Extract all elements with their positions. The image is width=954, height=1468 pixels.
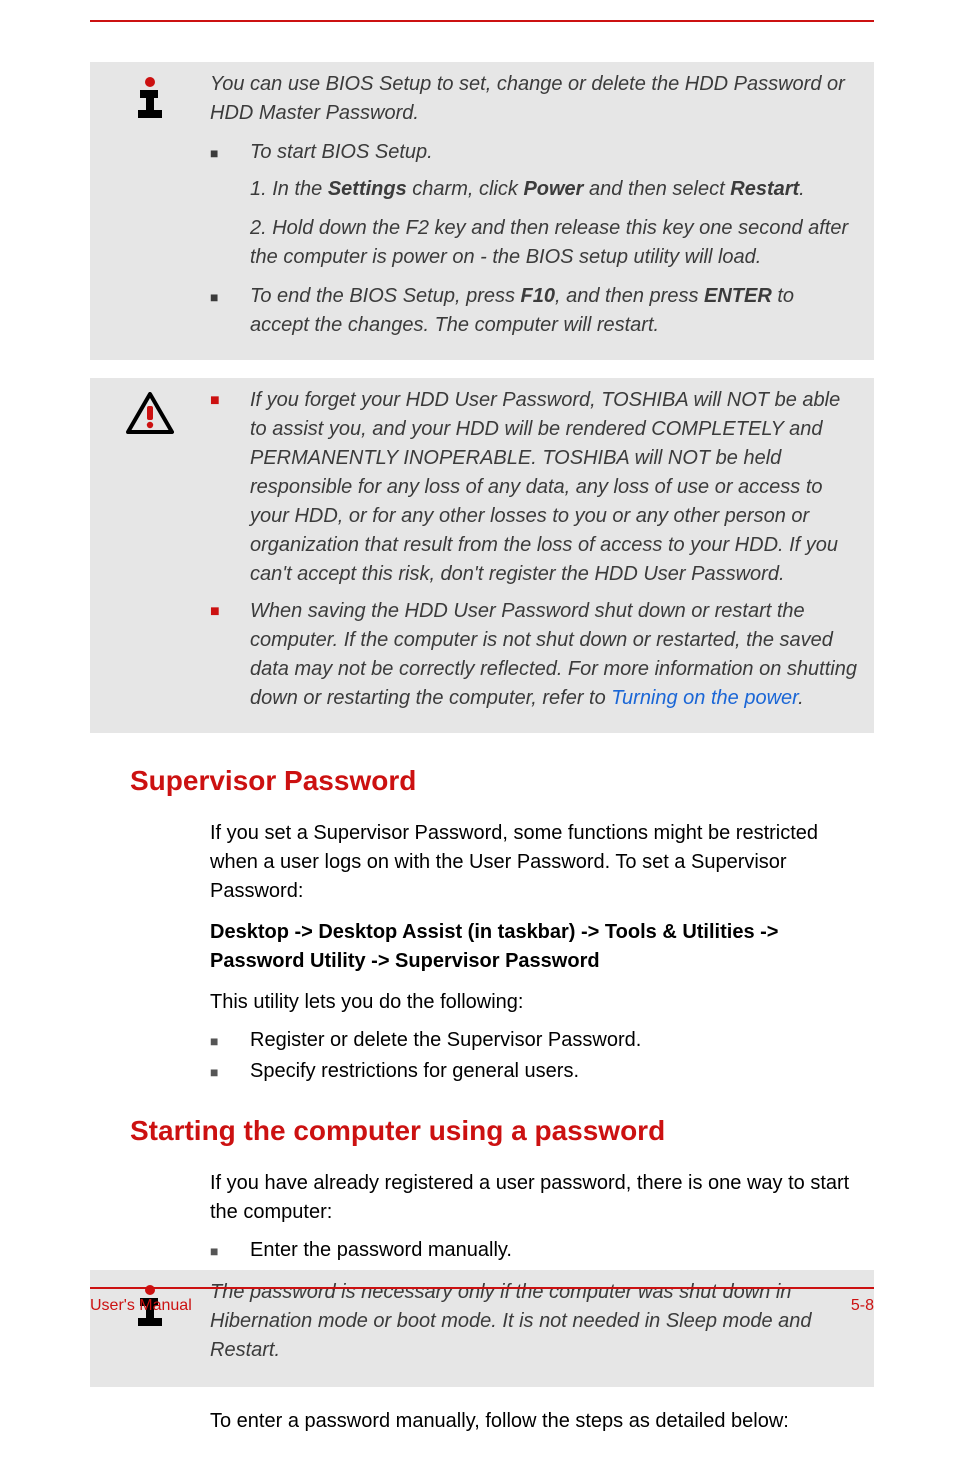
sup-li1: ■ Register or delete the Supervisor Pass… bbox=[210, 1029, 874, 1052]
top-rule bbox=[90, 20, 874, 22]
bullet-icon: ■ bbox=[210, 1060, 250, 1083]
note1-intro: You can use BIOS Setup to set, change or… bbox=[210, 70, 858, 128]
bullet-icon: ■ bbox=[210, 138, 250, 167]
warning-note: ■ If you forget your HDD User Password, … bbox=[90, 378, 874, 733]
heading-starting-computer: Starting the computer using a password bbox=[130, 1115, 874, 1147]
note1-bullet2: ■ To end the BIOS Setup, press F10, and … bbox=[210, 282, 858, 340]
warning-icon bbox=[90, 386, 210, 436]
warn-bullet1: ■ If you forget your HDD User Password, … bbox=[210, 386, 858, 589]
bullet-icon: ■ bbox=[210, 282, 250, 340]
page-content: You can use BIOS Setup to set, change or… bbox=[0, 0, 954, 1468]
footer-left: User's Manual bbox=[90, 1297, 192, 1315]
info-note-bios: You can use BIOS Setup to set, change or… bbox=[90, 62, 874, 360]
info-icon bbox=[90, 70, 210, 120]
sup-path: Desktop -> Desktop Assist (in taskbar) -… bbox=[210, 918, 864, 976]
note1-bullet1: ■ To start BIOS Setup. bbox=[210, 138, 858, 167]
bullet-icon: ■ bbox=[210, 1239, 250, 1262]
bullet-icon: ■ bbox=[210, 1029, 250, 1052]
warn-bullet2: ■ When saving the HDD User Password shut… bbox=[210, 597, 858, 713]
sup-li2: ■ Specify restrictions for general users… bbox=[210, 1060, 874, 1083]
sup-p2: This utility lets you do the following: bbox=[210, 988, 864, 1017]
footer-page-number: 5-8 bbox=[851, 1297, 874, 1315]
note1-step1: 1. In the Settings charm, click Power an… bbox=[250, 175, 858, 204]
sup-p1: If you set a Supervisor Password, some f… bbox=[210, 819, 864, 906]
link-turning-on-power[interactable]: Turning on the power bbox=[611, 687, 798, 709]
heading-supervisor-password: Supervisor Password bbox=[130, 765, 874, 797]
footer: User's Manual 5-8 bbox=[90, 1287, 874, 1315]
note1-step2: 2. Hold down the F2 key and then release… bbox=[250, 214, 858, 272]
start-p1: If you have already registered a user pa… bbox=[210, 1169, 864, 1227]
bullet-icon: ■ bbox=[210, 386, 250, 589]
bullet-icon: ■ bbox=[210, 597, 250, 713]
outro: To enter a password manually, follow the… bbox=[210, 1407, 864, 1436]
start-li1: ■ Enter the password manually. bbox=[210, 1239, 874, 1262]
